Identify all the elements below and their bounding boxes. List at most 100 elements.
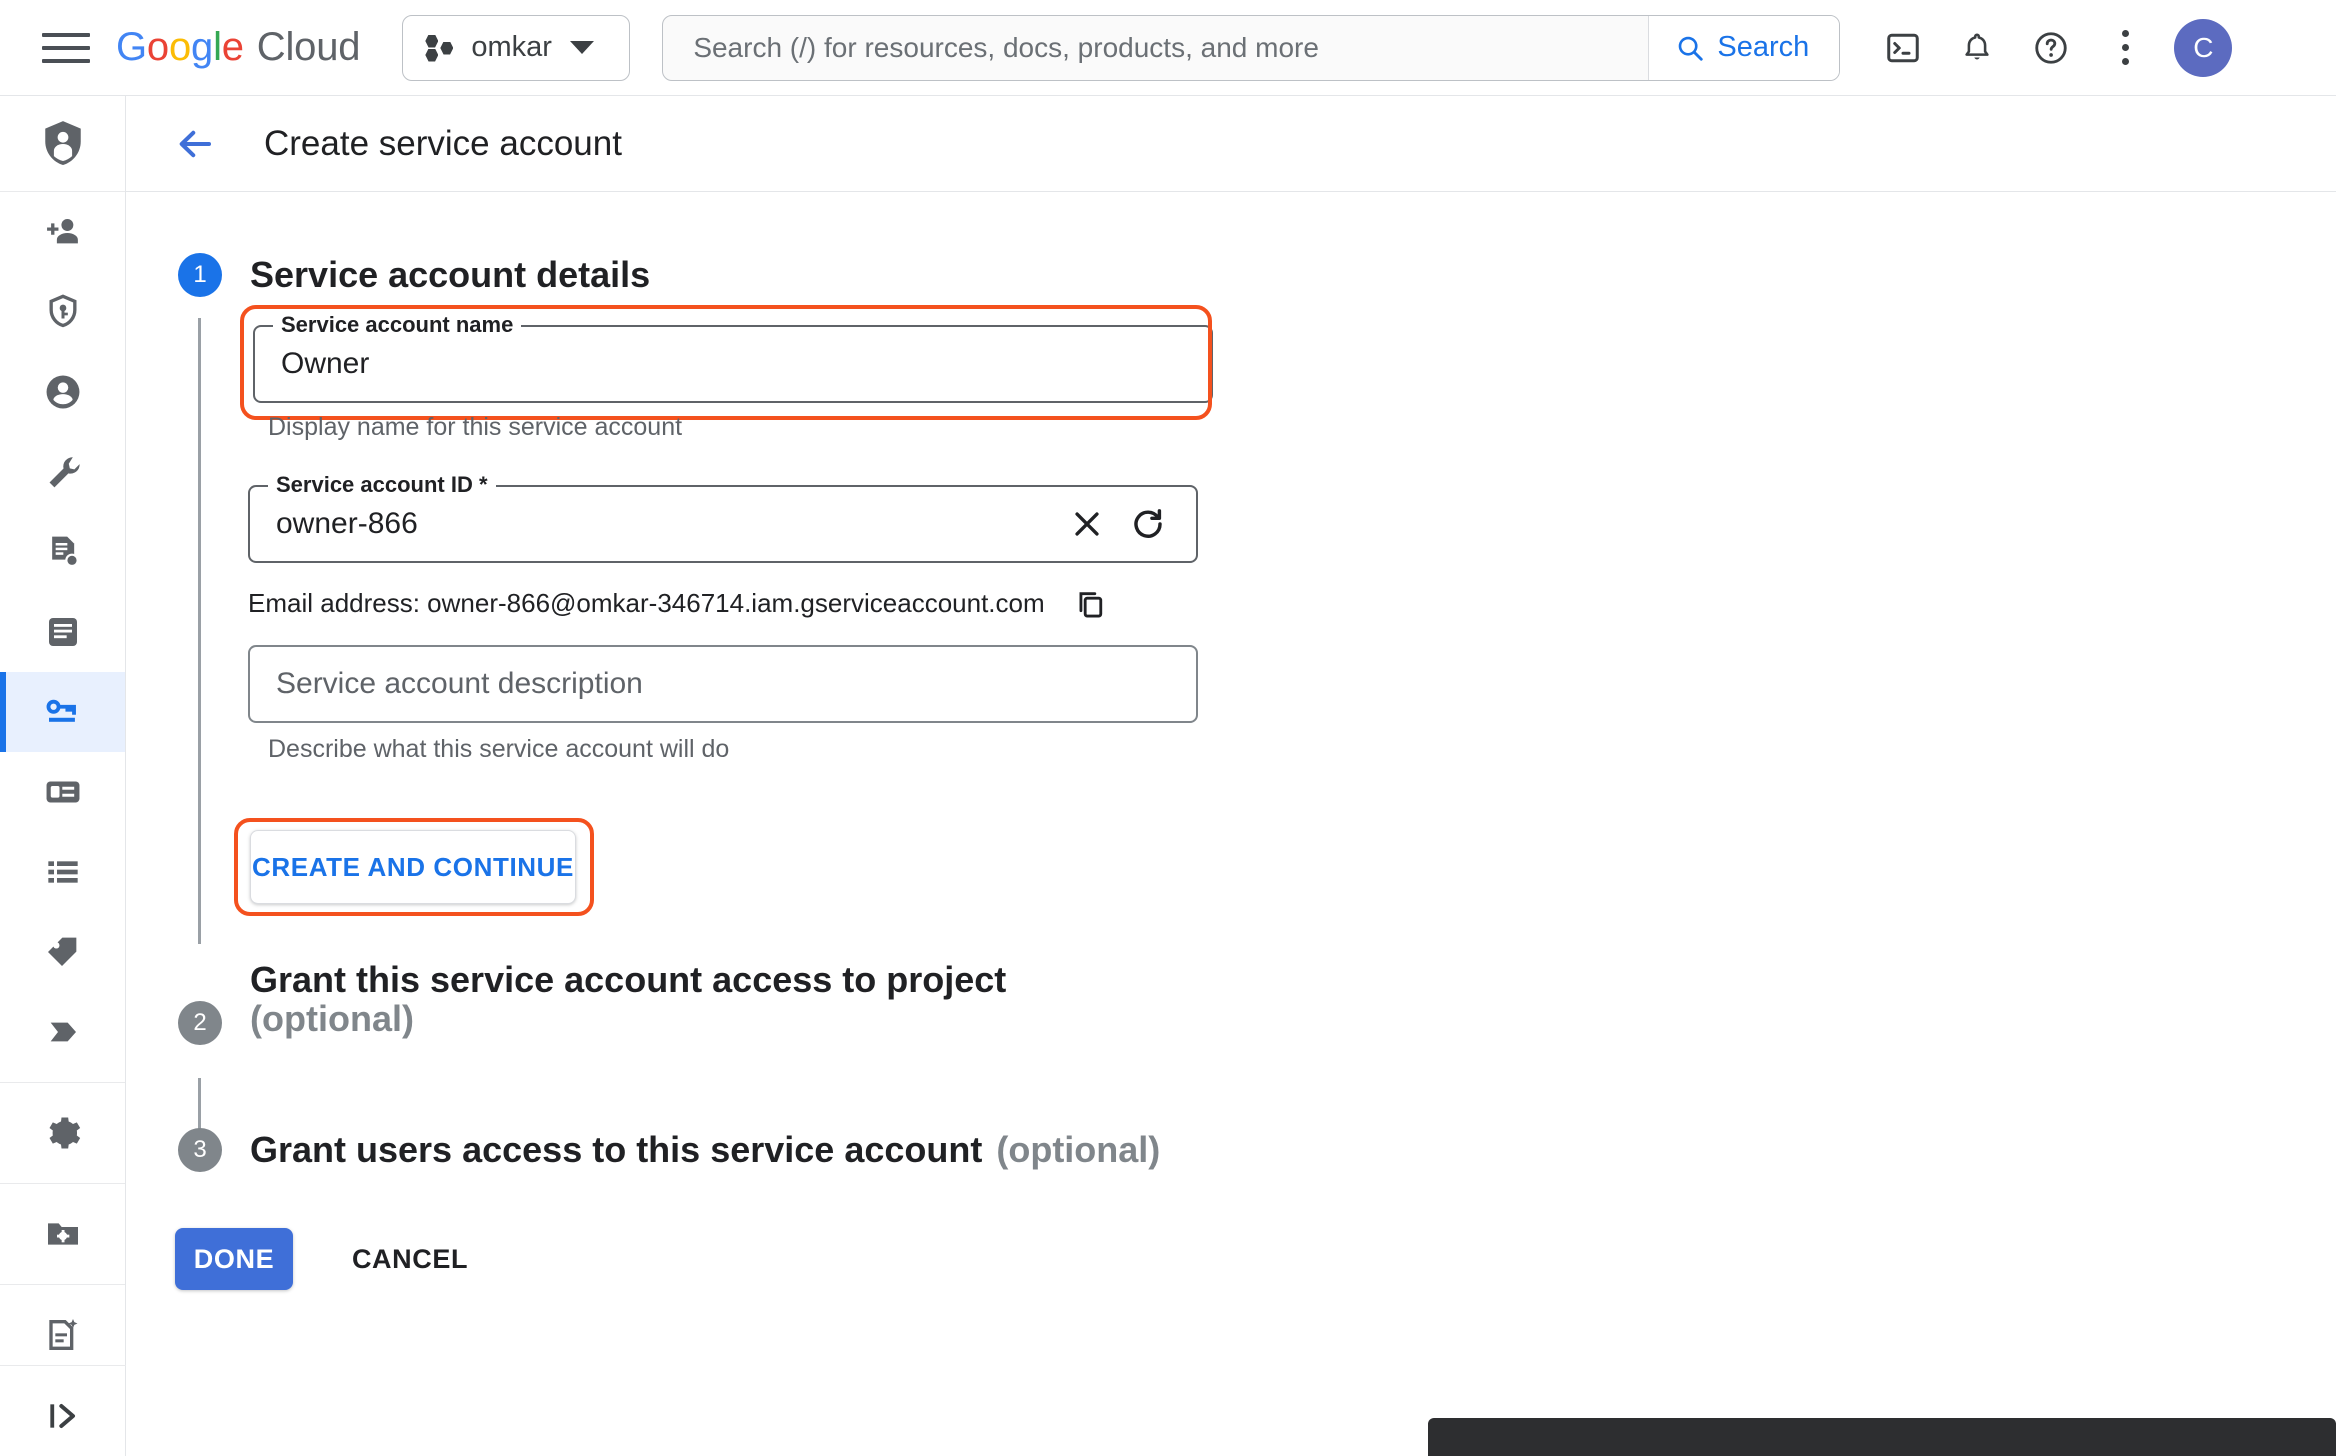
logo-letter-l: l <box>213 25 222 69</box>
sidebar-item-service-accounts[interactable] <box>0 672 125 752</box>
sidebar-item-labels[interactable] <box>0 832 125 912</box>
step-2-3-connector-line <box>198 1078 201 1130</box>
account-circle-icon <box>46 375 79 409</box>
folder-settings-icon <box>47 1223 78 1245</box>
sidebar-item-roles[interactable] <box>0 592 125 672</box>
search-input[interactable] <box>663 15 1649 80</box>
step-2-optional: (optional) <box>250 997 414 1039</box>
step-2-badge: 2 <box>178 1001 222 1045</box>
page-root: Google Cloud omkar Search (/) for resour… <box>0 0 2336 1456</box>
sidebar-item-asset-inventory[interactable] <box>0 1194 125 1274</box>
step-3-optional: (optional) <box>996 1128 1161 1170</box>
email-address-text: Email address: owner-866@omkar-346714.ia… <box>248 587 1045 618</box>
main-menu-icon[interactable] <box>42 26 94 70</box>
step-3-badge: 3 <box>178 1128 222 1172</box>
create-and-continue-label: CREATE AND CONTINUE <box>252 851 574 882</box>
service-account-name-helper: Display name for this service account <box>268 413 683 441</box>
rail-divider <box>0 1284 125 1285</box>
sidebar-item-workload-identity[interactable] <box>0 752 125 832</box>
project-dots-icon <box>425 34 454 62</box>
logo-letter-o2: o <box>168 25 192 69</box>
rail-divider <box>0 1082 125 1083</box>
service-account-description-helper: Describe what this service account will … <box>268 735 730 763</box>
service-account-description-placeholder: Service account description <box>276 667 643 700</box>
logo-letter-g2: g <box>191 25 214 69</box>
step-1-title: Service account details <box>250 254 651 295</box>
refresh-icon[interactable] <box>1130 506 1166 542</box>
done-button[interactable]: DONE <box>175 1228 293 1290</box>
article-icon <box>48 618 77 646</box>
step-2-header[interactable]: 2 Grant this service account access to p… <box>178 960 1006 1045</box>
top-header: Google Cloud omkar Search (/) for resour… <box>0 0 2336 96</box>
expand-panel-icon[interactable] <box>0 1376 126 1456</box>
document-policy-icon <box>51 536 79 568</box>
logo-letter-o1: o <box>146 25 169 69</box>
service-account-id-value: owner-866 <box>276 507 418 540</box>
list-icon <box>47 861 78 883</box>
sidebar-item-privileged-access[interactable] <box>0 992 125 1072</box>
service-account-description-field[interactable]: Service account description <box>248 645 1198 723</box>
help-circle-icon[interactable] <box>2018 15 2084 81</box>
chevron-down-icon <box>569 41 594 54</box>
search-button[interactable]: Search <box>1648 15 1840 80</box>
chevron-tag-icon <box>50 1022 76 1042</box>
search-bar[interactable]: Search <box>662 14 1841 81</box>
cloud-shell-icon[interactable] <box>1870 15 1936 81</box>
badge-card-icon <box>46 781 79 803</box>
search-button-label: Search <box>1717 31 1810 63</box>
iam-shield-person-icon[interactable] <box>0 96 125 192</box>
bottom-panel-strip[interactable] <box>1428 1418 2336 1456</box>
service-account-name-field[interactable]: Service account name Owner <box>253 312 1213 403</box>
wrench-icon <box>49 457 80 488</box>
more-vert-icon[interactable] <box>2092 15 2158 81</box>
logo-letter-e: e <box>221 25 244 69</box>
left-rail <box>0 96 126 1456</box>
step-connector-line <box>198 318 201 944</box>
header-icon-group <box>1870 15 2158 81</box>
google-cloud-logo[interactable]: Google Cloud <box>116 25 361 70</box>
close-icon[interactable] <box>1070 507 1104 541</box>
step-2-title: Grant this service account access to pro… <box>250 959 1007 1000</box>
key-card-icon <box>46 699 76 722</box>
shield-key-icon <box>49 294 76 328</box>
sidebar-item-grant-access[interactable] <box>0 192 125 272</box>
step-1-header: 1 Service account details <box>178 253 650 297</box>
person-add-icon <box>46 219 78 244</box>
cancel-button[interactable]: CANCEL <box>325 1228 495 1290</box>
arrow-back-icon[interactable] <box>174 123 216 165</box>
copy-icon[interactable] <box>1073 586 1107 620</box>
notifications-bell-icon[interactable] <box>1944 15 2010 81</box>
done-button-label: DONE <box>193 1243 275 1274</box>
service-account-id-label: Service account ID * <box>268 472 496 498</box>
step-3-header[interactable]: 3 Grant users access to this service acc… <box>178 1128 1160 1172</box>
step-1-badge: 1 <box>178 253 222 297</box>
avatar[interactable]: C <box>2174 18 2233 77</box>
sidebar-item-policy-tools[interactable] <box>0 432 125 512</box>
search-icon <box>1679 36 1704 61</box>
gear-icon <box>48 1117 80 1149</box>
cancel-button-label: CANCEL <box>351 1243 469 1274</box>
project-selector[interactable]: omkar <box>402 14 631 81</box>
logo-word-cloud: Cloud <box>256 25 361 69</box>
service-account-name-value: Owner <box>281 347 370 380</box>
rail-divider <box>0 1365 126 1366</box>
create-and-continue-button[interactable]: CREATE AND CONTINUE <box>250 830 576 904</box>
sidebar-item-org-policies[interactable] <box>0 512 125 592</box>
document-sparkle-icon <box>48 1319 77 1350</box>
email-address-row: Email address: owner-866@omkar-346714.ia… <box>248 586 1107 620</box>
tag-icon <box>47 937 76 966</box>
avatar-initial: C <box>2193 31 2214 63</box>
rail-divider <box>0 1183 125 1184</box>
service-account-id-field[interactable]: Service account ID * owner-866 <box>248 472 1198 563</box>
project-name: omkar <box>471 31 552 63</box>
page-title: Create service account <box>264 123 622 163</box>
sidebar-item-settings[interactable] <box>0 1093 125 1173</box>
logo-letter-g1: G <box>116 25 147 69</box>
rail-bottom-group <box>0 1355 126 1456</box>
sidebar-item-policy-troubleshooter[interactable] <box>0 272 125 352</box>
page-titlebar: Create service account <box>126 96 2336 192</box>
sidebar-item-tags[interactable] <box>0 912 125 992</box>
sidebar-item-identity[interactable] <box>0 352 125 432</box>
service-account-name-label: Service account name <box>273 312 522 338</box>
step-3-title: Grant users access to this service accou… <box>250 1128 983 1170</box>
